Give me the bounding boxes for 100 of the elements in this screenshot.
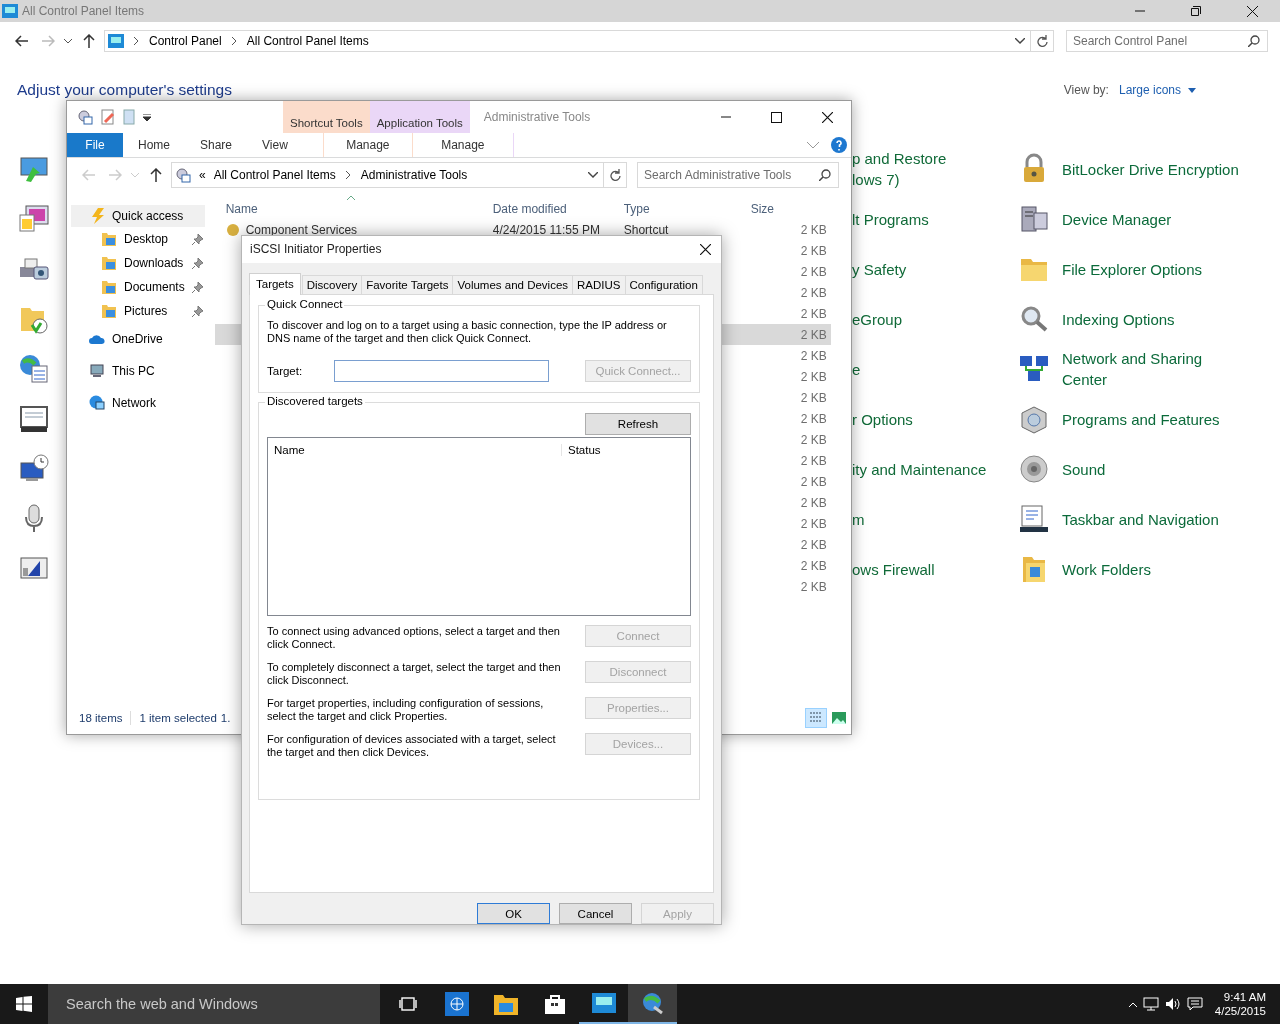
speaker-icon[interactable] bbox=[1018, 453, 1050, 485]
refresh-button[interactable]: Refresh bbox=[585, 412, 691, 435]
dialog-title: iSCSI Initiator Properties bbox=[250, 242, 382, 257]
search-field[interactable]: Search Control Panel bbox=[1066, 30, 1268, 52]
column-header[interactable]: Size bbox=[743, 202, 823, 216]
ribbon-tab[interactable]: Share bbox=[185, 133, 248, 157]
clock-time[interactable]: 9:41 AM bbox=[1223, 990, 1266, 1004]
tab[interactable]: Discovery bbox=[301, 274, 363, 294]
computer-tower-icon[interactable] bbox=[1018, 203, 1050, 235]
nav-item[interactable]: Pictures bbox=[67, 299, 215, 323]
close-icon[interactable] bbox=[1247, 5, 1258, 17]
nav-item[interactable]: Quick access bbox=[71, 205, 205, 227]
nav-item[interactable]: Downloads bbox=[67, 251, 215, 275]
column-header[interactable]: Name bbox=[214, 202, 482, 216]
nav-item[interactable]: Network bbox=[67, 387, 215, 419]
chevron-up-icon[interactable] bbox=[1128, 1001, 1137, 1007]
back-arrow-icon[interactable] bbox=[15, 35, 29, 47]
up-arrow-icon[interactable] bbox=[150, 168, 162, 182]
close-icon[interactable] bbox=[700, 243, 711, 255]
taskbar-search-field[interactable]: Search the web and Windows bbox=[48, 984, 380, 1024]
column-header[interactable]: Name bbox=[268, 443, 562, 456]
breadcrumb-item[interactable]: All Control Panel Items bbox=[213, 168, 336, 182]
breadcrumb-item[interactable]: Administrative Tools bbox=[360, 168, 468, 182]
control-panel-link[interactable]: File Explorer Options bbox=[1062, 258, 1203, 280]
control-panel-icon[interactable] bbox=[591, 993, 616, 1013]
control-panel-link[interactable]: Indexing Options bbox=[1062, 308, 1175, 330]
network-icon[interactable] bbox=[1142, 997, 1159, 1011]
nav-item[interactable]: Documents bbox=[67, 275, 215, 299]
search-field[interactable]: Search Administrative Tools bbox=[637, 162, 839, 188]
control-panel-link[interactable]: BitLocker Drive Encryption bbox=[1062, 158, 1239, 180]
dialog-button[interactable]: OK bbox=[477, 903, 550, 924]
globe-checklist-icon[interactable] bbox=[18, 353, 50, 385]
control-panel-link[interactable]: Work Folders bbox=[1062, 558, 1151, 580]
overflow-chevron[interactable]: « bbox=[199, 168, 206, 182]
column-header[interactable]: Date modified bbox=[481, 202, 613, 216]
control-panel-link[interactable]: y Safety bbox=[852, 258, 907, 280]
caret-icon[interactable] bbox=[1188, 87, 1196, 93]
control-panel-link[interactable]: Programs and Features bbox=[1062, 408, 1220, 430]
ribbon-tab[interactable]: View bbox=[247, 133, 303, 157]
ribbon-tab[interactable]: Manage bbox=[322, 133, 413, 157]
up-arrow-icon[interactable] bbox=[83, 34, 95, 48]
control-panel-link[interactable]: m bbox=[852, 508, 865, 530]
address-bar[interactable]: Control Panel All Control Panel Items bbox=[104, 30, 1031, 52]
tab[interactable]: Configuration bbox=[624, 274, 703, 294]
control-panel-link[interactable]: ows Firewall bbox=[852, 558, 935, 580]
shopping-bag-icon[interactable] bbox=[543, 993, 566, 1015]
file-row[interactable]: Component Services 4/24/2015 11:55 PM Shortcut 2 KB bbox=[214, 219, 831, 240]
control-panel-link[interactable]: Sound bbox=[1062, 458, 1106, 480]
maximize-icon[interactable] bbox=[771, 111, 782, 123]
picture-view-icon[interactable] bbox=[832, 712, 846, 724]
control-panel-link[interactable]: ity and Maintenance bbox=[852, 458, 987, 480]
help-icon[interactable] bbox=[831, 137, 847, 153]
control-panel-link[interactable]: Device Manager bbox=[1062, 208, 1172, 230]
close-icon[interactable] bbox=[822, 111, 833, 123]
task-view-icon[interactable] bbox=[398, 997, 417, 1011]
pin-icon[interactable] bbox=[191, 233, 203, 245]
breadcrumb-item[interactable]: Control Panel bbox=[149, 34, 222, 48]
pin-icon[interactable] bbox=[191, 281, 203, 293]
globe-icon[interactable] bbox=[640, 991, 665, 1015]
ribbon-tab[interactable]: Manage bbox=[412, 133, 514, 157]
control-panel-link[interactable]: eGroup bbox=[852, 308, 903, 330]
file-tab[interactable]: File bbox=[67, 133, 123, 157]
refresh-button[interactable] bbox=[1031, 30, 1054, 52]
ribbon-tab[interactable]: Home bbox=[123, 133, 185, 157]
control-panel-link[interactable]: Taskbar and Navigation bbox=[1062, 508, 1219, 530]
cloud-icon bbox=[89, 334, 105, 344]
dialog-button[interactable]: Cancel bbox=[559, 903, 632, 924]
address-bar[interactable]: « All Control Panel Items Administrative Tools bbox=[171, 162, 604, 188]
nav-item[interactable]: Desktop bbox=[67, 227, 215, 251]
display-icon[interactable] bbox=[18, 403, 50, 435]
notification-icon[interactable] bbox=[1186, 997, 1203, 1011]
clock-date[interactable]: 4/25/2015 bbox=[1214, 1004, 1266, 1018]
tab[interactable]: Targets bbox=[249, 272, 301, 295]
target-input-field[interactable] bbox=[334, 359, 549, 382]
breadcrumb-item[interactable]: All Control Panel Items bbox=[246, 34, 369, 48]
control-panel-link[interactable]: r Options bbox=[852, 408, 913, 430]
targets-list[interactable]: Name Status bbox=[267, 436, 691, 616]
start-button-icon[interactable] bbox=[16, 996, 32, 1012]
date-cell: 4/24/2015 11:55 PM bbox=[492, 222, 600, 237]
control-panel-link[interactable]: e bbox=[852, 358, 861, 380]
view-by-dropdown[interactable]: Large icons bbox=[1118, 83, 1181, 97]
chevron-down-icon[interactable] bbox=[64, 38, 72, 44]
globe-icon[interactable] bbox=[444, 992, 469, 1016]
control-panel-link[interactable]: p and Restore lows 7) bbox=[852, 148, 947, 190]
tab[interactable]: Favorite Targets bbox=[361, 274, 454, 294]
column-header[interactable]: Status bbox=[562, 443, 601, 456]
chevron-down-icon[interactable] bbox=[1015, 38, 1025, 44]
column-header[interactable]: Type bbox=[612, 202, 744, 216]
volume-icon[interactable] bbox=[1164, 997, 1181, 1011]
pin-icon[interactable] bbox=[191, 305, 203, 317]
control-panel-link[interactable]: Network and Sharing Center bbox=[1062, 348, 1203, 390]
refresh-button[interactable] bbox=[604, 162, 627, 188]
pin-icon[interactable] bbox=[191, 257, 203, 269]
restore-icon[interactable] bbox=[1191, 6, 1201, 16]
chevron-down-icon[interactable] bbox=[588, 172, 598, 178]
caret-icon[interactable] bbox=[143, 113, 151, 121]
nav-item[interactable]: OneDrive bbox=[67, 323, 215, 355]
control-panel-link[interactable]: lt Programs bbox=[852, 208, 929, 230]
color-monitor-icon[interactable] bbox=[18, 203, 50, 235]
nav-item[interactable]: This PC bbox=[67, 355, 215, 387]
